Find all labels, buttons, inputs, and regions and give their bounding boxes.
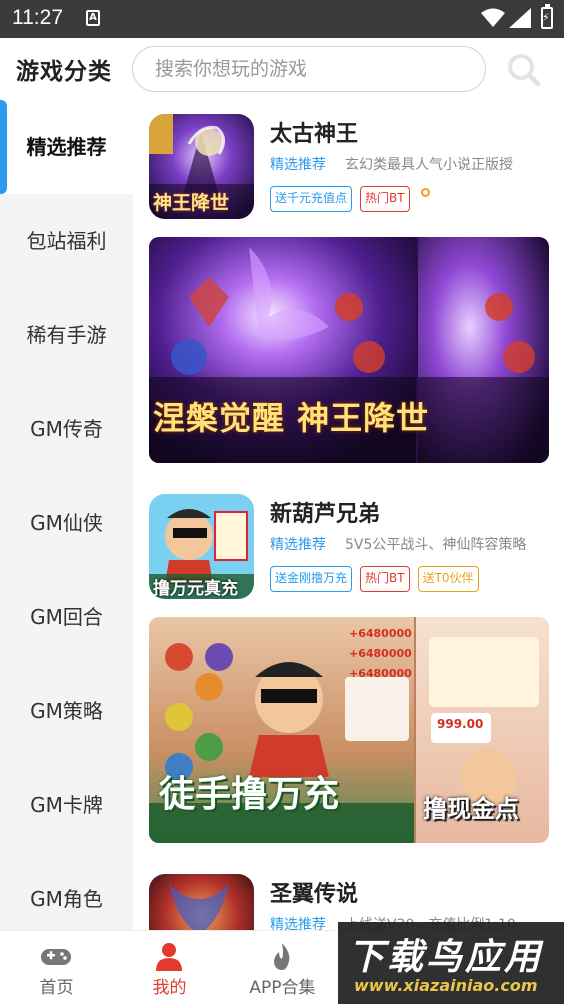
sidebar-item-welfare[interactable]: 包站福利	[0, 194, 133, 288]
signal-icon	[509, 8, 531, 28]
sidebar-item-label: 精选推荐	[26, 135, 107, 159]
banner-caption: 涅槃觉醒 神王降世	[153, 399, 430, 437]
header: 游戏分类	[0, 38, 564, 100]
sidebar-item-label: GM仙侠	[30, 511, 103, 535]
status-bar: 11:27 A	[0, 0, 564, 38]
sidebar-item-label: 稀有手游	[26, 323, 107, 347]
sidebar-item-featured[interactable]: 精选推荐	[0, 100, 133, 194]
game-icon-text: 撸万元真充	[153, 579, 238, 599]
sidebar-item-label: GM传奇	[30, 417, 103, 441]
game-item[interactable]: 神王降世 太古神王 精选推荐 玄幻类最具人气小说正版授 送千元充值点 热门BT	[149, 114, 549, 224]
game-description: 5V5公平战斗、神仙阵容策略	[345, 537, 527, 553]
status-time: 11:27	[12, 6, 63, 29]
banner-number: +6480000	[349, 667, 412, 680]
sidebar-item-gm-xianxia[interactable]: GM仙侠	[0, 476, 133, 570]
banner-number: +6480000	[349, 627, 412, 640]
wifi-icon	[481, 8, 505, 27]
banner-number: +6480000	[349, 647, 412, 660]
sidebar-item-label: GM策略	[30, 699, 103, 723]
page-title: 游戏分类	[16, 59, 112, 85]
game-tag: 精选推荐	[270, 157, 326, 173]
game-tag: 精选推荐	[270, 917, 326, 930]
notification-app-icon: A	[86, 10, 100, 26]
game-name: 新葫芦兄弟	[270, 502, 381, 527]
sidebar-item-gm-turn[interactable]: GM回合	[0, 570, 133, 664]
watermark-logo-text: 下载鸟应用	[348, 937, 544, 978]
badge-hot: 热门BT	[360, 186, 410, 212]
game-banner[interactable]: 涅槃觉醒 神王降世	[149, 237, 549, 463]
gamepad-icon	[41, 949, 71, 965]
badge-gift: 送金刚撸万充	[270, 566, 353, 592]
game-banner[interactable]: +6480000 +6480000 +6480000 999.00 徒手撸万充 …	[149, 617, 549, 843]
game-icon[interactable]: 撸万元真充	[149, 494, 254, 599]
watermark: 下载鸟应用 www.xiazainiao.com	[338, 922, 564, 1004]
banner-caption: 徒手撸万充	[159, 774, 340, 815]
user-icon	[156, 943, 182, 971]
sidebar-item-label: GM卡牌	[30, 793, 103, 817]
search-input[interactable]	[155, 55, 465, 83]
sidebar-item-gm-strategy[interactable]: GM策略	[0, 664, 133, 758]
game-icon[interactable]: 神王降世	[149, 114, 254, 219]
badge-hot: 热门BT	[360, 566, 410, 592]
game-description: 玄幻类最具人气小说正版授	[345, 157, 513, 173]
tab-label: 首页	[39, 978, 74, 998]
game-icon-text: 神王降世	[153, 192, 230, 214]
sidebar-item-label: GM角色	[30, 887, 103, 911]
dot-indicator	[421, 188, 430, 197]
search-box[interactable]	[132, 46, 486, 92]
game-name: 太古神王	[270, 122, 359, 147]
search-icon[interactable]	[506, 52, 542, 88]
sidebar-item-label: 包站福利	[26, 229, 107, 253]
game-tag: 精选推荐	[270, 537, 326, 553]
battery-icon	[541, 4, 553, 29]
sidebar-item-gm-legend[interactable]: GM传奇	[0, 382, 133, 476]
sidebar-item-label: GM回合	[30, 605, 103, 629]
tab-label: APP合集	[249, 978, 316, 998]
tab-home[interactable]: 首页	[0, 931, 113, 1005]
banner-price: 999.00	[437, 717, 484, 731]
sidebar-item-rare[interactable]: 稀有手游	[0, 288, 133, 382]
flame-icon	[274, 943, 290, 970]
sidebar-item-gm-card[interactable]: GM卡牌	[0, 758, 133, 852]
game-name: 圣翼传说	[270, 882, 359, 907]
game-list: 神王降世 太古神王 精选推荐 玄幻类最具人气小说正版授 送千元充值点热门BT	[133, 100, 564, 930]
tab-label: 我的	[152, 978, 187, 998]
badge-partner: 送T0伙伴	[417, 566, 479, 592]
badge-gift: 送千元充值点	[270, 186, 353, 212]
tab-mine[interactable]: 我的	[113, 931, 226, 1005]
banner-caption-right: 撸现金点	[423, 795, 519, 823]
game-icon[interactable]	[149, 874, 254, 930]
game-badges: 送千元充值点 热门BT	[270, 186, 418, 212]
category-sidebar: 精选推荐 包站福利 稀有手游 GM传奇 GM仙侠 GM回合 GM策略 GM卡牌 …	[0, 100, 133, 930]
game-badges: 送金刚撸万充 热门BT 送T0伙伴	[270, 566, 487, 592]
watermark-url: www.xiazainiao.com	[354, 976, 538, 995]
game-item[interactable]: 撸万元真充 新葫芦兄弟 精选推荐 5V5公平战斗、神仙阵容策略 送金刚撸万充 热门…	[149, 494, 549, 604]
tab-app-collection[interactable]: APP合集	[226, 931, 339, 1005]
